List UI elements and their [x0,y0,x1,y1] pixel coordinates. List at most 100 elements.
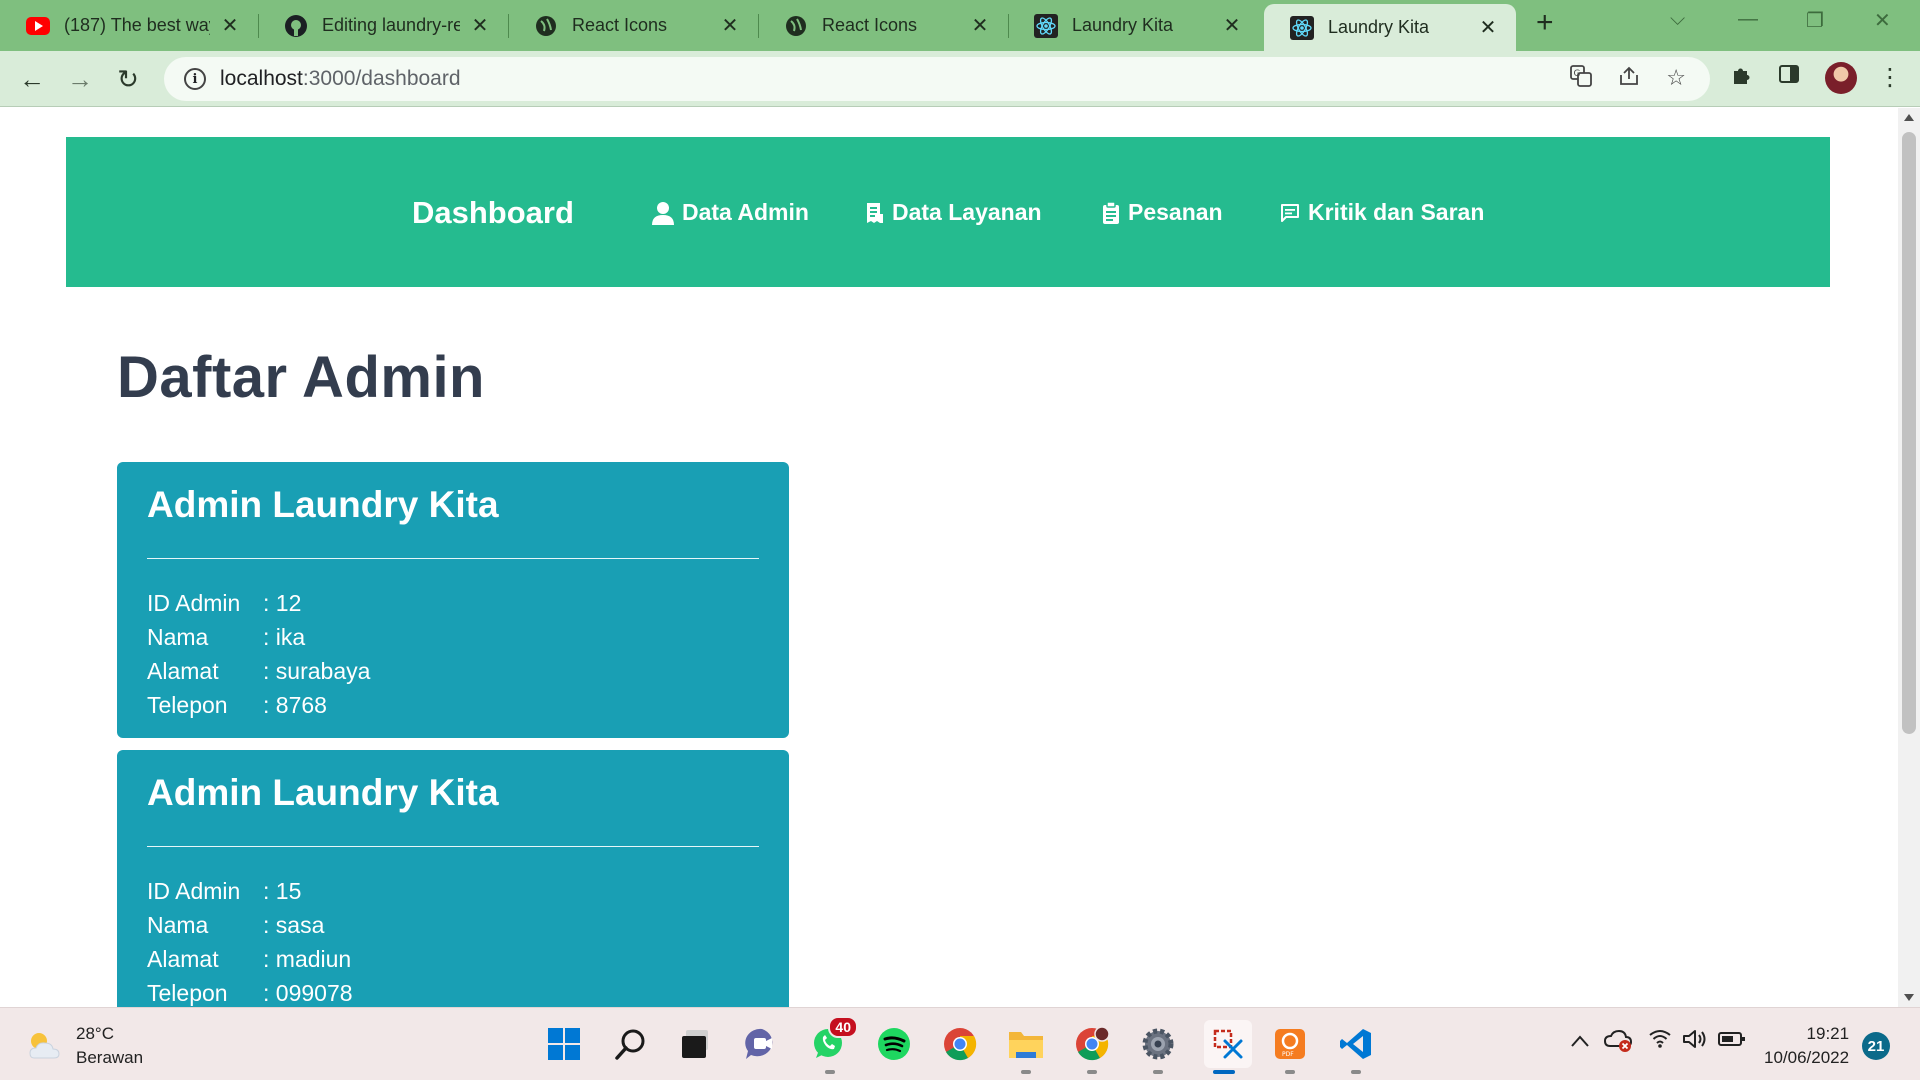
field-label: Alamat [147,946,219,972]
scroll-up-arrow-icon[interactable] [1904,114,1914,121]
restore-button[interactable]: ❐ [1806,8,1824,33]
scroll-down-arrow-icon[interactable] [1904,994,1914,1001]
close-icon[interactable]: ✕ [470,13,490,38]
react-icon [1290,15,1314,40]
navbar-brand[interactable]: Dashboard [412,195,574,231]
admin-card-title: Admin Laundry Kita [147,772,499,813]
browser-tab[interactable]: React Icons ✕ [508,0,758,51]
user-icon [652,201,674,225]
tab-search-icon[interactable]: ⌵ [1670,8,1685,31]
show-hidden-icons-chevron-icon[interactable] [1570,1028,1590,1054]
teams-chat-icon[interactable] [742,1024,782,1064]
scrollbar-thumb[interactable] [1902,132,1916,734]
clock-time: 19:21 [1806,1024,1850,1043]
site-navbar: Dashboard Data Admin Data Layanan Pesana… [66,137,1830,287]
clipboard-icon [1103,201,1119,224]
tab-title: Editing laundry-rea [322,15,460,35]
nav-link-label: Data Layanan [892,199,1042,225]
admin-card: Admin Laundry Kita ID Admin : 15 Nama : … [117,750,789,1007]
close-icon[interactable]: ✕ [720,13,740,38]
globe-icon [784,14,808,38]
field-value: : madiun [263,946,352,972]
nav-link-label: Kritik dan Saran [1308,199,1485,225]
tab-title: Laundry Kita [1072,15,1174,35]
browser-tab-active[interactable]: Laundry Kita ✕ [1264,4,1516,51]
address-bar[interactable]: i localhost:3000/dashboard G ☆ [164,57,1710,101]
nav-link-kritik-dan-saran[interactable]: Kritik dan Saran [1280,199,1484,226]
admin-card: Admin Laundry Kita ID Admin : 12 Nama : … [117,462,789,738]
partly-cloudy-icon [26,1028,62,1064]
app-running-indicator [1351,1070,1361,1074]
bookmark-star-icon[interactable]: ☆ [1666,65,1686,93]
system-clock[interactable]: 19:21 10/06/2022 [1764,1022,1849,1070]
chrome-profile-icon[interactable] [1072,1024,1112,1064]
windows-start-icon[interactable] [544,1024,584,1064]
weather-desc: Berawan [76,1048,144,1067]
file-explorer-icon[interactable] [1006,1024,1046,1064]
spotify-icon[interactable] [874,1024,914,1064]
new-tab-button[interactable]: + [1536,6,1554,40]
extensions-puzzle-icon[interactable] [1730,63,1754,94]
nav-link-label: Pesanan [1128,199,1223,225]
address-path: :3000/dashboard [302,67,461,90]
weather-widget[interactable]: 28°C Berawan [26,1022,143,1070]
wifi-icon[interactable] [1648,1028,1672,1054]
admin-row-alamat: Alamat : madiun [147,946,351,973]
admin-row-telepon: Telepon : 8768 [147,692,327,719]
admin-row-nama: Nama : sasa [147,912,324,939]
volume-icon[interactable] [1682,1028,1708,1056]
site-info-icon[interactable]: i [184,68,206,90]
github-icon [284,14,308,38]
profile-avatar[interactable] [1825,62,1857,94]
nav-link-pesanan[interactable]: Pesanan [1102,199,1223,226]
notification-count-badge[interactable]: 21 [1862,1032,1890,1060]
battery-icon[interactable] [1718,1028,1746,1054]
side-panel-icon[interactable] [1778,63,1800,92]
page-title: Daftar Admin [117,345,485,410]
tab-title: React Icons [572,15,668,35]
close-icon[interactable]: ✕ [1478,15,1498,40]
youtube-icon [26,14,50,38]
vscode-icon[interactable] [1336,1024,1376,1064]
minimize-button[interactable]: — [1738,8,1758,31]
card-divider [147,846,759,847]
card-divider [147,558,759,559]
back-button[interactable]: ← [14,61,50,97]
react-icon [1034,13,1058,38]
field-value: : sasa [263,912,325,938]
close-icon[interactable]: ✕ [220,13,240,38]
app-running-indicator [1021,1070,1031,1074]
browser-tab[interactable]: React Icons ✕ [758,0,1008,51]
app-running-indicator [1153,1070,1163,1074]
close-window-button[interactable]: ✕ [1874,8,1891,33]
whatsapp-icon[interactable]: 40 [808,1016,858,1064]
share-icon[interactable] [1618,65,1640,93]
search-icon[interactable] [611,1024,651,1064]
svg-text:PDF: PDF [1282,1051,1294,1058]
receipt-icon [867,202,883,223]
browser-tab[interactable]: (187) The best way ✕ [0,0,258,51]
pdf-app-icon[interactable]: PDF [1270,1024,1310,1064]
browser-tab[interactable]: Laundry Kita ✕ [1008,0,1260,51]
page-scrollbar[interactable] [1898,108,1920,1007]
chrome-icon[interactable] [940,1024,980,1064]
weather-temp: 28°C [76,1024,114,1043]
field-label: Telepon [147,692,228,718]
nav-link-data-admin[interactable]: Data Admin [652,199,809,226]
menu-kebab-icon[interactable]: ⋮ [1878,63,1902,92]
address-host: localhost [220,67,303,90]
globe-icon [534,14,558,38]
app-running-indicator [825,1070,835,1074]
translate-icon[interactable]: G [1570,65,1593,93]
browser-tab[interactable]: Editing laundry-rea ✕ [258,0,508,51]
nav-link-data-layanan[interactable]: Data Layanan [866,199,1042,226]
snipping-tool-icon[interactable] [1204,1020,1252,1068]
settings-gear-icon[interactable] [1138,1024,1178,1064]
onedrive-error-icon[interactable] [1603,1028,1633,1058]
reload-button[interactable]: ↻ [110,61,146,97]
admin-row-telepon: Telepon : 099078 [147,980,353,1007]
close-icon[interactable]: ✕ [1222,13,1242,38]
forward-button[interactable]: → [62,61,98,97]
task-view-icon[interactable] [676,1024,716,1064]
close-icon[interactable]: ✕ [970,13,990,38]
